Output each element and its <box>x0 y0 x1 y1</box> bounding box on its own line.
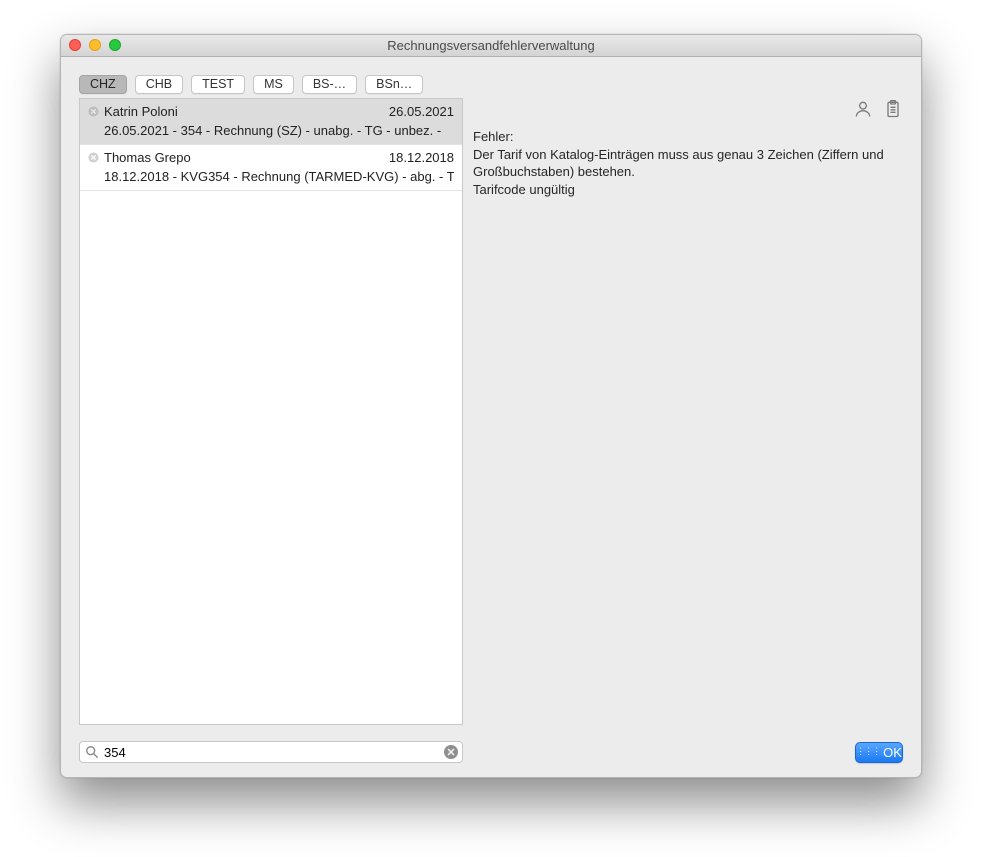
clipboard-icon[interactable] <box>883 99 903 119</box>
right-column: Fehler: Der Tarif von Katalog-Einträgen … <box>473 98 903 763</box>
tab-chz[interactable]: CHZ <box>79 75 127 94</box>
close-window-button[interactable] <box>69 39 81 51</box>
minimize-window-button[interactable] <box>89 39 101 51</box>
ok-button[interactable]: ⋮⋮⋮ OK <box>855 742 903 763</box>
traffic-lights <box>69 39 121 51</box>
remove-icon <box>88 152 99 163</box>
remove-icon <box>88 106 99 117</box>
clear-search-icon[interactable] <box>443 744 459 760</box>
list-item-date: 18.12.2018 <box>389 150 454 165</box>
content-area: CHZ CHB TEST MS BS-… BSn… K <box>61 57 921 777</box>
tab-bar: CHZ CHB TEST MS BS-… BSn… <box>79 75 903 94</box>
tab-bs[interactable]: BS-… <box>302 75 357 94</box>
tab-test[interactable]: TEST <box>191 75 245 94</box>
window-title: Rechnungsversandfehlerverwaltung <box>387 38 594 53</box>
zoom-window-button[interactable] <box>109 39 121 51</box>
list-item-name: Katrin Poloni <box>104 104 389 119</box>
left-column: Katrin Poloni 26.05.2021 26.05.2021 - 35… <box>79 98 463 763</box>
list-item[interactable]: Thomas Grepo 18.12.2018 18.12.2018 - KVG… <box>80 145 462 191</box>
error-detail-text: Fehler: Der Tarif von Katalog-Einträgen … <box>473 128 903 198</box>
list-item-name: Thomas Grepo <box>104 150 389 165</box>
person-icon[interactable] <box>853 99 873 119</box>
list-item-detail: 26.05.2021 - 354 - Rechnung (SZ) - unabg… <box>88 123 454 138</box>
error-list: Katrin Poloni 26.05.2021 26.05.2021 - 35… <box>79 98 463 725</box>
default-button-indicator-icon: ⋮⋮⋮ <box>856 746 880 757</box>
search-icon <box>85 745 99 759</box>
list-item[interactable]: Katrin Poloni 26.05.2021 26.05.2021 - 35… <box>80 99 462 145</box>
tab-bsn[interactable]: BSn… <box>365 75 423 94</box>
search-field-wrap <box>79 741 463 763</box>
tab-ms[interactable]: MS <box>253 75 294 94</box>
app-window: Rechnungsversandfehlerverwaltung CHZ CHB… <box>60 34 922 778</box>
search-input[interactable] <box>79 741 463 763</box>
list-item-date: 26.05.2021 <box>389 104 454 119</box>
tab-chb[interactable]: CHB <box>135 75 183 94</box>
list-item-detail: 18.12.2018 - KVG354 - Rechnung (TARMED-K… <box>88 169 454 184</box>
ok-button-label: OK <box>883 745 902 760</box>
titlebar: Rechnungsversandfehlerverwaltung <box>61 35 921 57</box>
